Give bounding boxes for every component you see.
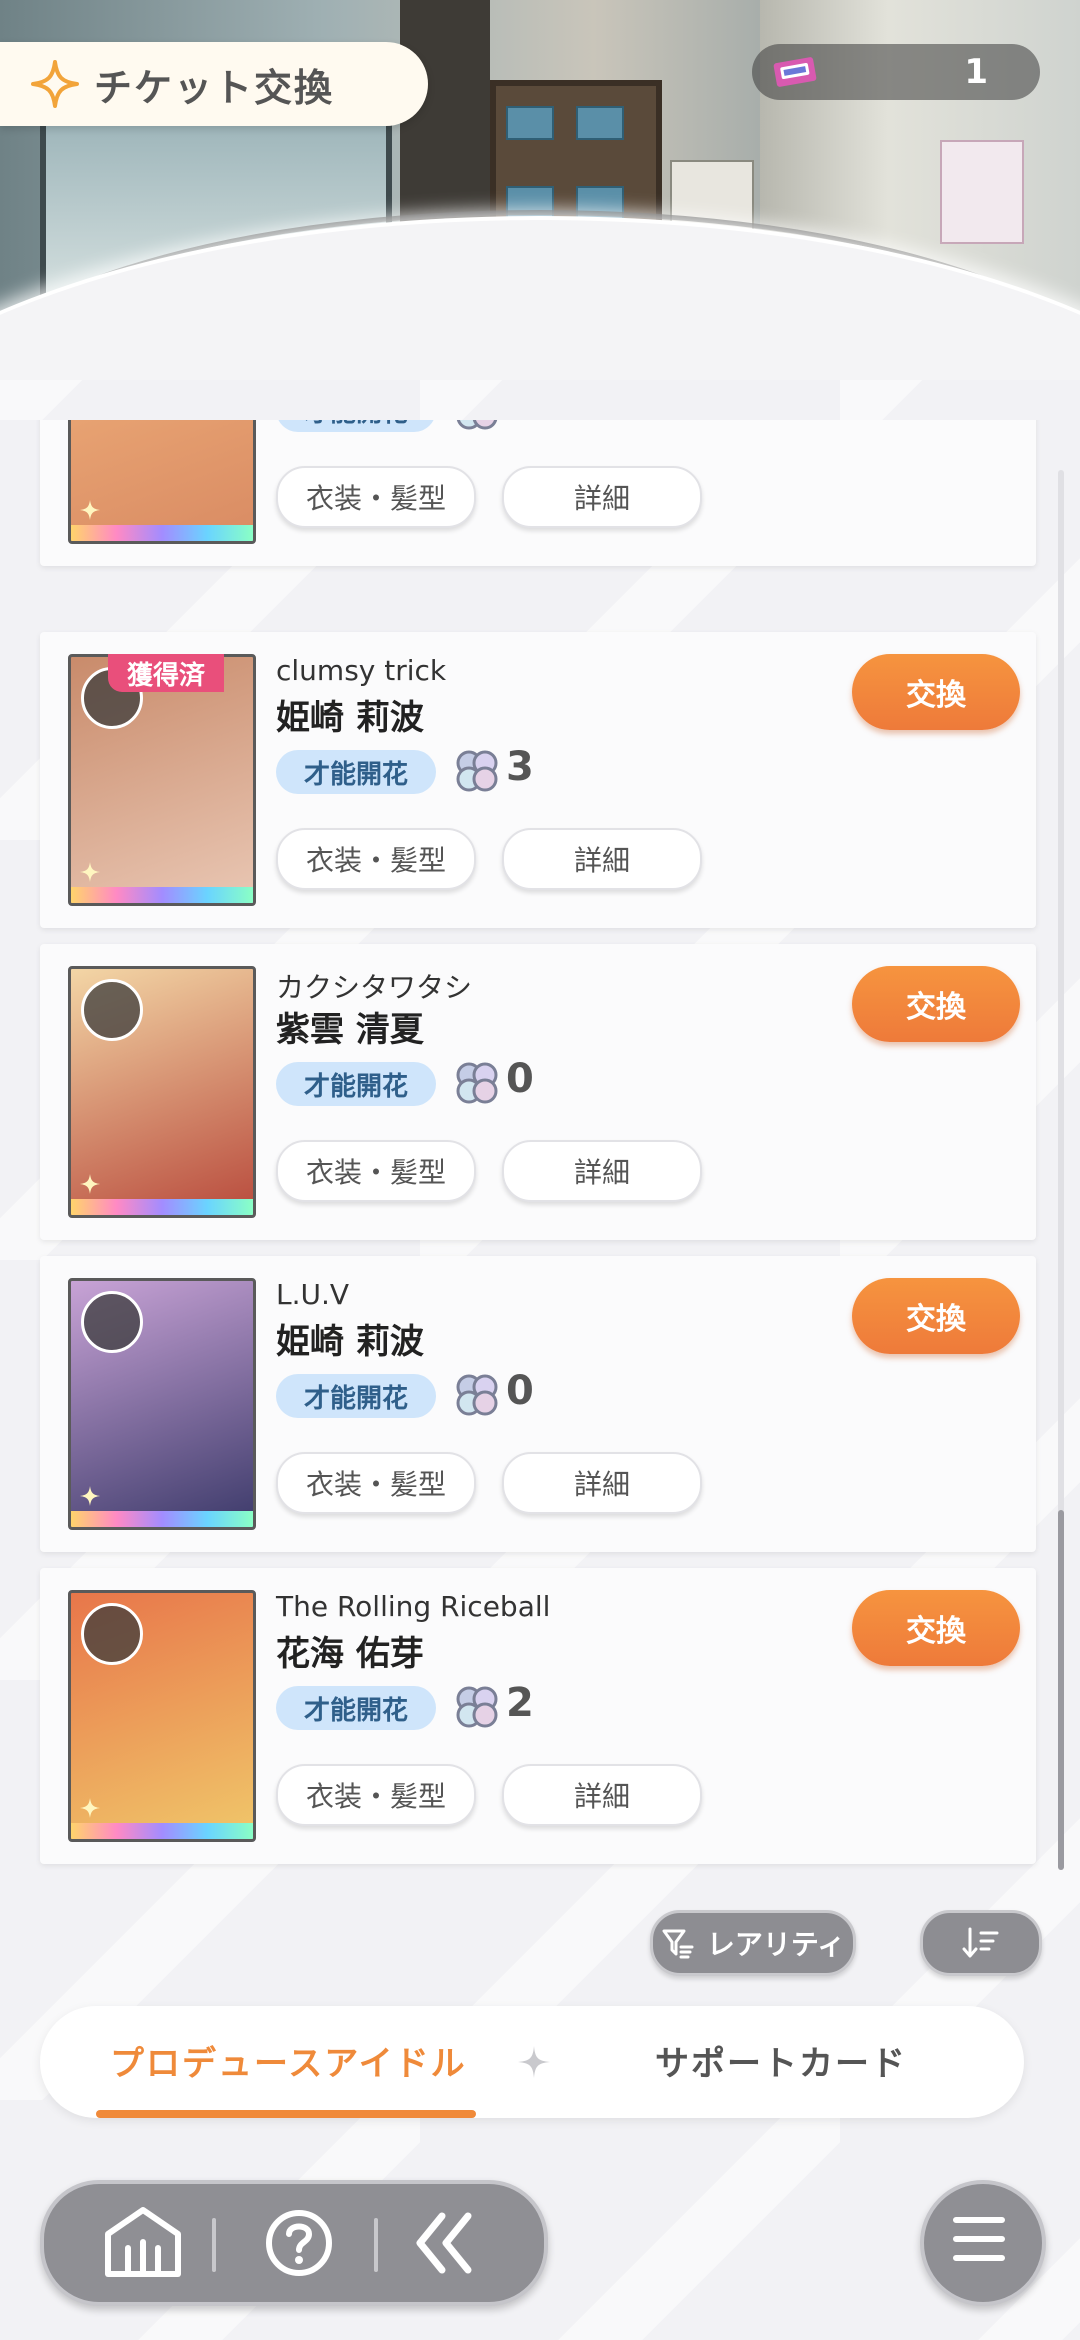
talent-bloom-count: 3 (506, 420, 534, 428)
costume-hairstyle-button[interactable]: 衣装・髪型 (276, 1452, 476, 1514)
card-item: L.U.V 姫崎 莉波 才能開花 0 衣装・髪型 詳細 交換 (40, 1256, 1036, 1552)
sort-button[interactable] (920, 1910, 1042, 1976)
tab-support-card[interactable]: サポートカード (655, 2036, 907, 2085)
card-thumbnail[interactable] (68, 420, 256, 544)
sparkle-icon (80, 500, 100, 520)
talent-bloom-badge: 才能開花 (276, 1686, 436, 1730)
home-button[interactable] (88, 2198, 198, 2288)
card-attribute-icon (81, 1291, 143, 1353)
rarity-frame (71, 1823, 253, 1839)
detail-button[interactable]: 詳細 (502, 1140, 702, 1202)
nav-separator (374, 2218, 378, 2272)
detail-button[interactable]: 詳細 (502, 466, 702, 528)
exchange-button[interactable]: 交換 (852, 1278, 1020, 1354)
clover-icon (456, 1062, 498, 1104)
page-title: チケット交換 (94, 65, 335, 110)
character-name: 姫崎 莉波 (276, 1322, 424, 1362)
sparkle-icon (80, 1486, 100, 1506)
card-title: clumsy trick (276, 654, 447, 687)
character-name: 紫雲 清夏 (276, 1010, 424, 1050)
sort-icon (962, 1927, 999, 1958)
filter-icon (662, 1929, 694, 1959)
rarity-filter-label: レアリティ (706, 1928, 846, 1961)
acquired-badge: 獲得済 (108, 654, 224, 692)
talent-bloom-count: 2 (506, 1680, 534, 1726)
active-tab-indicator (96, 2110, 476, 2118)
sparkle-icon (31, 60, 79, 108)
talent-bloom-count: 0 (506, 1368, 534, 1414)
character-name: 花海 佑芽 (276, 1634, 424, 1674)
card-attribute-icon (81, 1603, 143, 1665)
card-item: The Rolling Riceball 花海 佑芽 才能開花 2 衣装・髪型 … (40, 1568, 1036, 1864)
scrollbar-thumb[interactable] (1058, 1510, 1064, 1870)
talent-bloom-count: 0 (506, 1056, 534, 1102)
ticket-icon (773, 57, 817, 87)
costume-hairstyle-button[interactable]: 衣装・髪型 (276, 1140, 476, 1202)
card-thumbnail[interactable] (68, 966, 256, 1218)
card-title: L.U.V (276, 1278, 350, 1311)
rarity-frame (71, 887, 253, 903)
card-item: 獲得済 clumsy trick 姫崎 莉波 才能開花 3 衣装・髪型 詳細 交… (40, 632, 1036, 928)
clover-icon (456, 750, 498, 792)
nav-separator (212, 2218, 216, 2272)
talent-bloom-badge: 才能開花 (276, 1374, 436, 1418)
talent-bloom-badge: 才能開花 (276, 750, 436, 794)
page-title-pill: チケット交換 (0, 42, 428, 126)
exchange-button[interactable]: 交換 (852, 654, 1020, 730)
back-button[interactable] (390, 2198, 500, 2288)
costume-hairstyle-button[interactable]: 衣装・髪型 (276, 1764, 476, 1826)
tab-produce-idol[interactable]: プロデュースアイドル (110, 2036, 467, 2085)
sparkle-icon (80, 862, 100, 882)
back-icon (416, 2212, 472, 2274)
rarity-frame (71, 1199, 253, 1215)
talent-bloom-badge: 才能開花 (276, 1062, 436, 1106)
card-title: カクシタワタシ (276, 971, 473, 1004)
card-title: The Rolling Riceball (276, 1590, 551, 1623)
card-thumbnail[interactable] (68, 1278, 256, 1530)
card-list[interactable]: 才能開花 3 衣装・髪型 詳細 獲得済 clumsy trick 姫崎 莉波 (36, 420, 1046, 1870)
talent-bloom-count: 3 (506, 744, 534, 790)
help-icon (266, 2210, 332, 2276)
clover-icon (456, 420, 498, 430)
sparkle-icon (80, 1174, 100, 1194)
rarity-frame (71, 525, 253, 541)
bottom-nav (40, 2180, 548, 2306)
exchange-button[interactable]: 交換 (852, 966, 1020, 1042)
character-name: 姫崎 莉波 (276, 698, 424, 738)
home-icon (105, 2207, 181, 2277)
detail-button[interactable]: 詳細 (502, 1764, 702, 1826)
rarity-frame (71, 1511, 253, 1527)
card-item: カクシタワタシ 紫雲 清夏 才能開花 0 衣装・髪型 詳細 交換 (40, 944, 1036, 1240)
detail-button[interactable]: 詳細 (502, 828, 702, 890)
exchange-button[interactable]: 交換 (852, 1590, 1020, 1666)
menu-icon (953, 2217, 1005, 2261)
help-button[interactable] (244, 2198, 354, 2288)
ticket-counter: 1 (752, 44, 1040, 100)
rarity-filter-button[interactable]: レアリティ (650, 1910, 856, 1976)
card-attribute-icon (81, 979, 143, 1041)
clover-icon (456, 1374, 498, 1416)
clover-icon (456, 1686, 498, 1728)
card-thumbnail[interactable] (68, 1590, 256, 1842)
costume-hairstyle-button[interactable]: 衣装・髪型 (276, 828, 476, 890)
menu-button[interactable] (920, 2180, 1046, 2306)
talent-bloom-badge: 才能開花 (276, 420, 436, 432)
sparkle-icon (80, 1798, 100, 1818)
sparkle-divider-icon (518, 2046, 550, 2078)
costume-hairstyle-button[interactable]: 衣装・髪型 (276, 466, 476, 528)
ticket-count: 1 (964, 52, 988, 92)
card-item: 才能開花 3 衣装・髪型 詳細 (40, 420, 1036, 566)
tab-bar: プロデュースアイドル サポートカード (40, 2006, 1024, 2118)
detail-button[interactable]: 詳細 (502, 1452, 702, 1514)
